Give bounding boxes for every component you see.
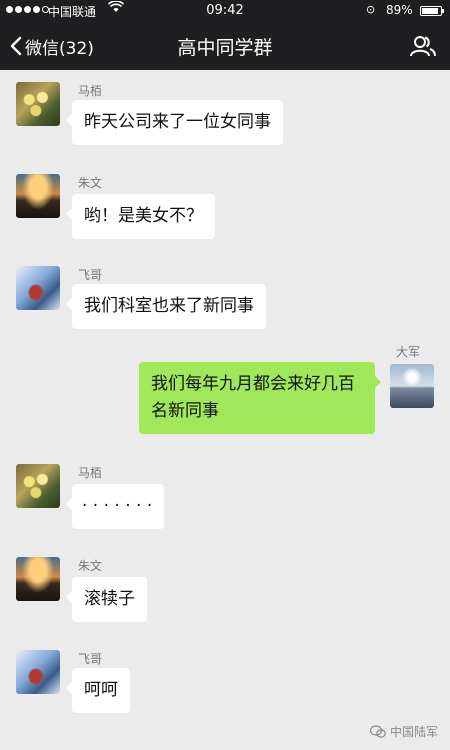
sender-name: 大军 — [396, 345, 421, 359]
chat-area[interactable]: 马栢 昨天公司来了一位女同事 朱文 哟！是美女不？ 飞哥 我们科室也来了新同事 … — [0, 70, 450, 750]
orientation-lock-icon: ⊙ — [366, 3, 376, 16]
avatar[interactable] — [16, 82, 60, 126]
top-bar: 中国联通 09:42 ⊙ 89% 微信(32) 高中同学群 — [0, 0, 450, 70]
page-title: 高中同学群 — [177, 37, 273, 59]
watermark: 中国陆军 — [369, 723, 438, 740]
message-bubble[interactable]: 呵呵 — [66, 668, 130, 713]
avatar[interactable] — [16, 464, 60, 508]
avatar[interactable] — [390, 364, 434, 408]
message-bubble[interactable]: 昨天公司来了一位女同事 — [66, 100, 283, 145]
wechat-logo-icon — [369, 724, 386, 738]
sender-name: 朱文 — [78, 176, 103, 190]
clock: 09:42 — [206, 3, 244, 18]
sender-name: 朱文 — [78, 559, 103, 573]
navigation-bar: 微信(32) 高中同学群 — [0, 22, 450, 70]
sender-name: 马栢 — [78, 466, 103, 480]
sender-name: 马栢 — [78, 84, 103, 98]
sender-name: 飞哥 — [78, 268, 103, 282]
message-bubble[interactable]: 我们每年九月都会来好几百名新同事 — [139, 362, 381, 434]
status-bar: 中国联通 09:42 ⊙ 89% — [0, 0, 450, 22]
battery-percentage: 89% — [386, 3, 413, 17]
group-members-icon — [410, 36, 436, 57]
battery-icon — [420, 6, 444, 16]
avatar[interactable] — [16, 557, 60, 601]
message-bubble[interactable]: · · · · · · · — [65, 484, 165, 529]
group-members-button[interactable] — [410, 35, 436, 57]
avatar[interactable] — [16, 266, 60, 310]
avatar[interactable] — [16, 174, 60, 218]
watermark-text: 中国陆军 — [389, 725, 438, 739]
message-bubble[interactable]: 我们科室也来了新同事 — [66, 284, 266, 329]
message-bubble[interactable]: 哟！是美女不？ — [66, 194, 215, 239]
sender-name: 飞哥 — [78, 652, 103, 666]
message-bubble[interactable]: 滚犊子 — [66, 577, 147, 622]
avatar[interactable] — [16, 650, 60, 694]
